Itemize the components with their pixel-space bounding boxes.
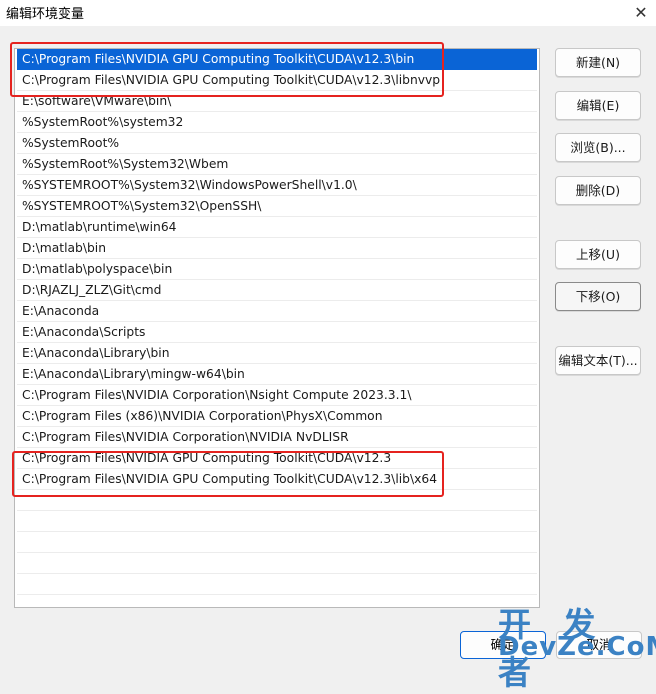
edit-button[interactable]: 编辑(E): [555, 91, 641, 120]
list-item[interactable]: %SYSTEMROOT%\System32\OpenSSH\: [17, 196, 537, 217]
empty-row: [17, 511, 537, 532]
empty-row: [17, 532, 537, 553]
list-item[interactable]: E:\Anaconda\Library\bin: [17, 343, 537, 364]
ok-button[interactable]: 确定: [460, 631, 546, 659]
list-item[interactable]: %SYSTEMROOT%\System32\WindowsPowerShell\…: [17, 175, 537, 196]
title-bar: 编辑环境变量 ✕: [0, 0, 656, 26]
empty-row: [17, 490, 537, 511]
list-item[interactable]: E:\Anaconda\Scripts: [17, 322, 537, 343]
window-title: 编辑环境变量: [6, 7, 85, 22]
list-item[interactable]: %SystemRoot%\system32: [17, 112, 537, 133]
empty-row: [17, 553, 537, 574]
list-item[interactable]: D:\matlab\runtime\win64: [17, 217, 537, 238]
delete-button[interactable]: 删除(D): [555, 176, 641, 205]
list-item[interactable]: C:\Program Files\NVIDIA GPU Computing To…: [17, 70, 537, 91]
list-item[interactable]: E:\software\VMware\bin\: [17, 91, 537, 112]
list-item[interactable]: C:\Program Files\NVIDIA GPU Computing To…: [17, 49, 537, 70]
edit-text-button[interactable]: 编辑文本(T)...: [555, 346, 641, 375]
list-item[interactable]: C:\Program Files (x86)\NVIDIA Corporatio…: [17, 406, 537, 427]
close-icon[interactable]: ✕: [626, 0, 656, 24]
list-item[interactable]: %SystemRoot%: [17, 133, 537, 154]
browse-button[interactable]: 浏览(B)...: [555, 133, 641, 162]
move-up-button[interactable]: 上移(U): [555, 240, 641, 269]
list-item[interactable]: C:\Program Files\NVIDIA Corporation\Nsig…: [17, 385, 537, 406]
list-item[interactable]: %SystemRoot%\System32\Wbem: [17, 154, 537, 175]
move-down-button[interactable]: 下移(O): [555, 282, 641, 311]
list-item[interactable]: C:\Program Files\NVIDIA GPU Computing To…: [17, 448, 537, 469]
list-item[interactable]: C:\Program Files\NVIDIA Corporation\NVID…: [17, 427, 537, 448]
list-item[interactable]: C:\Program Files\NVIDIA GPU Computing To…: [17, 469, 537, 490]
list-item[interactable]: D:\matlab\bin: [17, 238, 537, 259]
list-item[interactable]: E:\Anaconda: [17, 301, 537, 322]
new-button[interactable]: 新建(N): [555, 48, 641, 77]
cancel-button[interactable]: 取消: [556, 631, 642, 659]
empty-row: [17, 574, 537, 595]
list-item[interactable]: D:\matlab\polyspace\bin: [17, 259, 537, 280]
list-item[interactable]: D:\RJAZLJ_ZLZ\Git\cmd: [17, 280, 537, 301]
path-list[interactable]: C:\Program Files\NVIDIA GPU Computing To…: [14, 48, 540, 608]
list-item[interactable]: E:\Anaconda\Library\mingw-w64\bin: [17, 364, 537, 385]
